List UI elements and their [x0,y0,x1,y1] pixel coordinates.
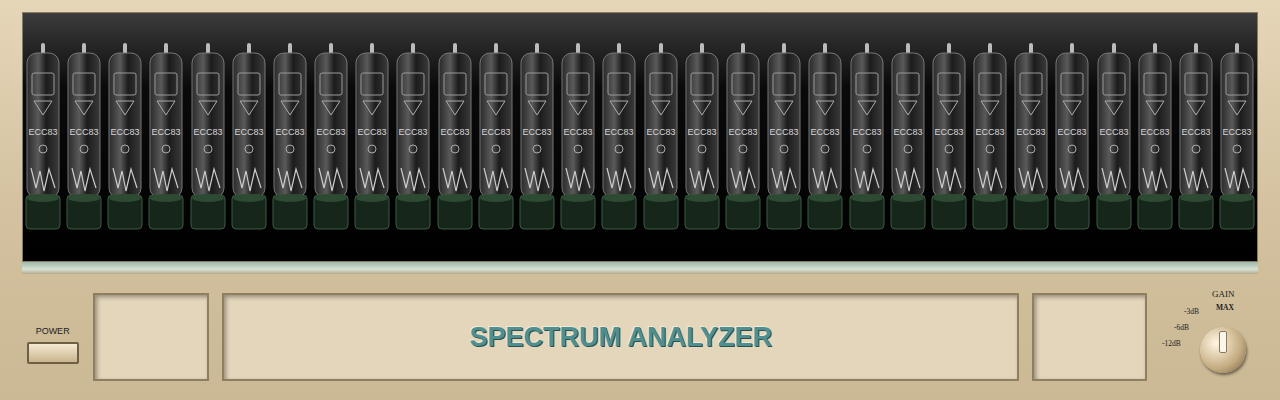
tube: ECC83 [477,43,515,233]
tube: ECC83 [683,43,721,233]
svg-text:ECC83: ECC83 [1140,127,1169,137]
svg-text:ECC83: ECC83 [481,127,510,137]
svg-text:ECC83: ECC83 [152,127,181,137]
tube: ECC83 [106,43,144,233]
tube: ECC83 [889,43,927,233]
svg-text:ECC83: ECC83 [234,127,263,137]
svg-text:ECC83: ECC83 [893,127,922,137]
blank-panel [1032,293,1147,381]
svg-text:ECC83: ECC83 [317,127,346,137]
svg-text:ECC83: ECC83 [28,127,57,137]
svg-text:ECC83: ECC83 [976,127,1005,137]
title: SPECTRUM ANALYZER [469,322,772,353]
tube: ECC83 [600,43,638,233]
power-button[interactable] [27,342,79,364]
tube: ECC83 [1177,43,1215,233]
power-control: POWER [25,326,80,364]
svg-text:ECC83: ECC83 [69,127,98,137]
tube: ECC83 [147,43,185,233]
gain-option[interactable]: -6dB [1174,323,1189,332]
tube: ECC83 [1218,43,1256,233]
tube: ECC83 [848,43,886,233]
tube: ECC83 [394,43,432,233]
svg-text:ECC83: ECC83 [934,127,963,137]
tube: ECC83 [765,43,803,233]
svg-text:ECC83: ECC83 [275,127,304,137]
svg-text:ECC83: ECC83 [358,127,387,137]
tube: ECC83 [230,43,268,233]
tube: ECC83 [971,43,1009,233]
tube: ECC83 [1053,43,1091,233]
svg-text:ECC83: ECC83 [728,127,757,137]
svg-text:ECC83: ECC83 [646,127,675,137]
tube: ECC83 [436,43,474,233]
svg-text:ECC83: ECC83 [399,127,428,137]
tube: ECC83 [518,43,556,233]
title-panel: SPECTRUM ANALYZER [222,293,1020,381]
svg-text:ECC83: ECC83 [1099,127,1128,137]
tube: ECC83 [1136,43,1174,233]
svg-text:ECC83: ECC83 [1058,127,1087,137]
blank-panel [93,293,209,381]
tube: ECC83 [24,43,62,233]
tube: ECC83 [724,43,762,233]
svg-text:ECC83: ECC83 [440,127,469,137]
gain-option[interactable]: -3dB [1184,307,1199,316]
svg-text:ECC83: ECC83 [111,127,140,137]
tube: ECC83 [353,43,391,233]
tube: ECC83 [271,43,309,233]
tube: ECC83 [312,43,350,233]
tube: ECC83 [1095,43,1133,233]
svg-text:ECC83: ECC83 [605,127,634,137]
tube: ECC83 [1012,43,1050,233]
svg-text:ECC83: ECC83 [193,127,222,137]
tube: ECC83 [65,43,103,233]
gain-label: GAIN [1212,289,1235,299]
control-panel: POWER SPECTRUM ANALYZER GAIN MAX -3dB -6dB… [0,274,1280,400]
svg-text:ECC83: ECC83 [1017,127,1046,137]
spectrum-analyzer: ECC83 ECC83 ECC83 ECC83 ECC83 ECC83 ECC83 ECC83… [0,0,1280,400]
gain-control: GAIN MAX -3dB -6dB -12dB [1160,289,1260,385]
power-label: POWER [36,326,70,336]
glass-edge [22,262,1258,274]
svg-text:ECC83: ECC83 [852,127,881,137]
svg-text:ECC83: ECC83 [687,127,716,137]
gain-option[interactable]: -12dB [1162,339,1181,348]
tube: ECC83 [642,43,680,233]
svg-text:ECC83: ECC83 [770,127,799,137]
gain-option[interactable]: MAX [1216,303,1234,312]
gain-knob[interactable] [1200,327,1246,373]
svg-text:ECC83: ECC83 [523,127,552,137]
svg-text:ECC83: ECC83 [1223,127,1252,137]
tube: ECC83 [806,43,844,233]
svg-text:ECC83: ECC83 [564,127,593,137]
tube: ECC83 [189,43,227,233]
tube-display: ECC83 ECC83 ECC83 ECC83 ECC83 ECC83 ECC83 ECC83… [22,12,1258,262]
tube: ECC83 [559,43,597,233]
svg-text:ECC83: ECC83 [811,127,840,137]
svg-text:ECC83: ECC83 [1182,127,1211,137]
tube: ECC83 [930,43,968,233]
